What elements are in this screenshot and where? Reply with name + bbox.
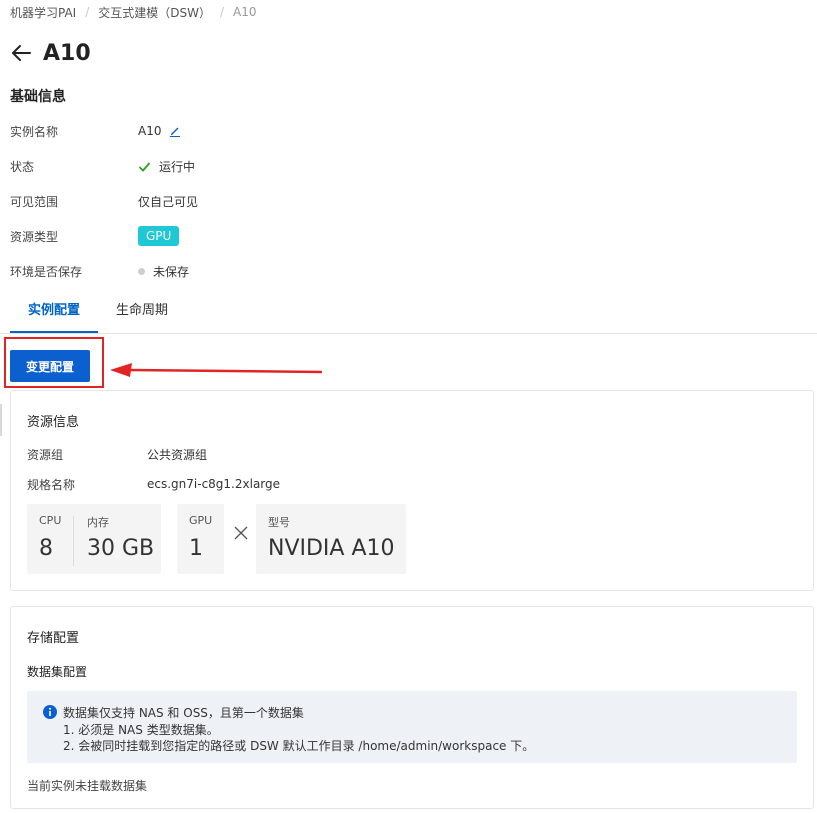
model-value: NVIDIA A10 <box>268 536 395 561</box>
resource-group-value: 公共资源组 <box>147 447 208 462</box>
change-config-button[interactable]: 变更配置 <box>10 350 90 382</box>
spec-divider <box>73 516 74 566</box>
info-value: A10 <box>138 124 181 138</box>
no-dataset-text: 当前实例未挂载数据集 <box>27 779 148 793</box>
dataset-notice: 数据集仅支持 NAS 和 OSS，且第一个数据集 1. 必须是 NAS 类型数据… <box>27 691 797 763</box>
instance-name-value: A10 <box>138 124 162 138</box>
gpu-value: 1 <box>189 536 203 561</box>
tab-bar: 实例配置 生命周期 <box>0 293 817 334</box>
info-label: 环境是否保存 <box>10 264 83 279</box>
memory-label: 内存 <box>87 516 109 529</box>
visibility-value: 仅自己可见 <box>138 194 199 209</box>
check-icon <box>138 160 151 173</box>
info-row-status: 状态 运行中 <box>10 155 195 177</box>
notice-line: 数据集仅支持 NAS 和 OSS，且第一个数据集 <box>63 706 304 720</box>
spec-name-value: ecs.gn7i-c8g1.2xlarge <box>147 477 281 491</box>
breadcrumb: 机器学习PAI / 交互式建模（DSW） / A10 <box>10 4 257 20</box>
page-header: A10 <box>10 38 91 68</box>
kv-label: 资源组 <box>27 447 64 462</box>
resource-info-title: 资源信息 <box>27 415 80 430</box>
dsw-instance-detail-page: 机器学习PAI / 交互式建模（DSW） / A10 A10 基础信息 实例名称… <box>0 0 817 813</box>
info-row-resource-type: 资源类型 GPU <box>10 225 180 247</box>
spec-name-row: 规格名称 ecs.gn7i-c8g1.2xlarge <box>27 475 280 493</box>
cpu-memory-spec-box: CPU 8 内存 30 GB <box>27 504 161 574</box>
info-label: 实例名称 <box>10 124 59 139</box>
info-label: 可见范围 <box>10 194 59 209</box>
gpu-label: GPU <box>189 514 213 527</box>
times-icon <box>233 525 249 541</box>
storage-config-title: 存储配置 <box>27 631 80 646</box>
info-icon <box>43 705 57 719</box>
info-row-env-saved: 环境是否保存 未保存 <box>10 260 189 282</box>
env-saved-value: 未保存 <box>153 264 190 279</box>
info-label: 资源类型 <box>10 229 59 244</box>
tab-lifecycle[interactable]: 生命周期 <box>100 293 184 333</box>
basic-info-title: 基础信息 <box>10 89 66 105</box>
annotation-arrow-icon <box>110 363 323 377</box>
info-row-instance-name: 实例名称 A10 <box>10 120 181 142</box>
breadcrumb-item-current: A10 <box>233 5 257 19</box>
info-value: 未保存 <box>138 263 189 280</box>
dataset-config-title: 数据集配置 <box>27 665 88 679</box>
kv-label: 规格名称 <box>27 477 76 492</box>
gpu-spec-box: GPU 1 <box>177 504 224 574</box>
info-label: 状态 <box>10 159 35 174</box>
tab-instance-config[interactable]: 实例配置 <box>10 293 98 333</box>
resource-group-row: 资源组 公共资源组 <box>27 445 207 463</box>
breadcrumb-separator: / <box>85 5 90 19</box>
status-dot-icon <box>138 267 145 275</box>
breadcrumb-item-dsw[interactable]: 交互式建模（DSW） <box>98 4 211 21</box>
gpu-badge: GPU <box>138 226 180 246</box>
model-spec-box: 型号 NVIDIA A10 <box>256 504 406 574</box>
info-row-visibility: 可见范围 仅自己可见 <box>10 190 198 212</box>
edit-icon[interactable] <box>169 125 181 137</box>
cpu-label: CPU <box>39 514 62 527</box>
storage-config-card: 存储配置 数据集配置 数据集仅支持 NAS 和 OSS，且第一个数据集 1. 必… <box>10 606 814 809</box>
breadcrumb-item-pai[interactable]: 机器学习PAI <box>10 4 76 21</box>
breadcrumb-separator: / <box>220 5 225 19</box>
info-value: GPU <box>138 226 180 246</box>
notice-line: 1. 必须是 NAS 类型数据集。 <box>63 723 219 737</box>
model-label: 型号 <box>268 516 290 529</box>
status-text: 运行中 <box>159 159 196 174</box>
resource-info-card: 资源信息 资源组 公共资源组 规格名称 ecs.gn7i-c8g1.2xlarg… <box>10 390 814 591</box>
info-value: 运行中 <box>138 158 195 175</box>
page-title: A10 <box>43 40 91 66</box>
notice-line: 2. 会被同时挂载到您指定的路径或 DSW 默认工作目录 /home/admin… <box>63 739 535 753</box>
arrow-left-icon[interactable] <box>10 41 34 65</box>
sidebar-collapse-handle[interactable] <box>0 404 2 436</box>
cpu-value: 8 <box>39 536 53 561</box>
memory-value: 30 GB <box>87 536 155 561</box>
